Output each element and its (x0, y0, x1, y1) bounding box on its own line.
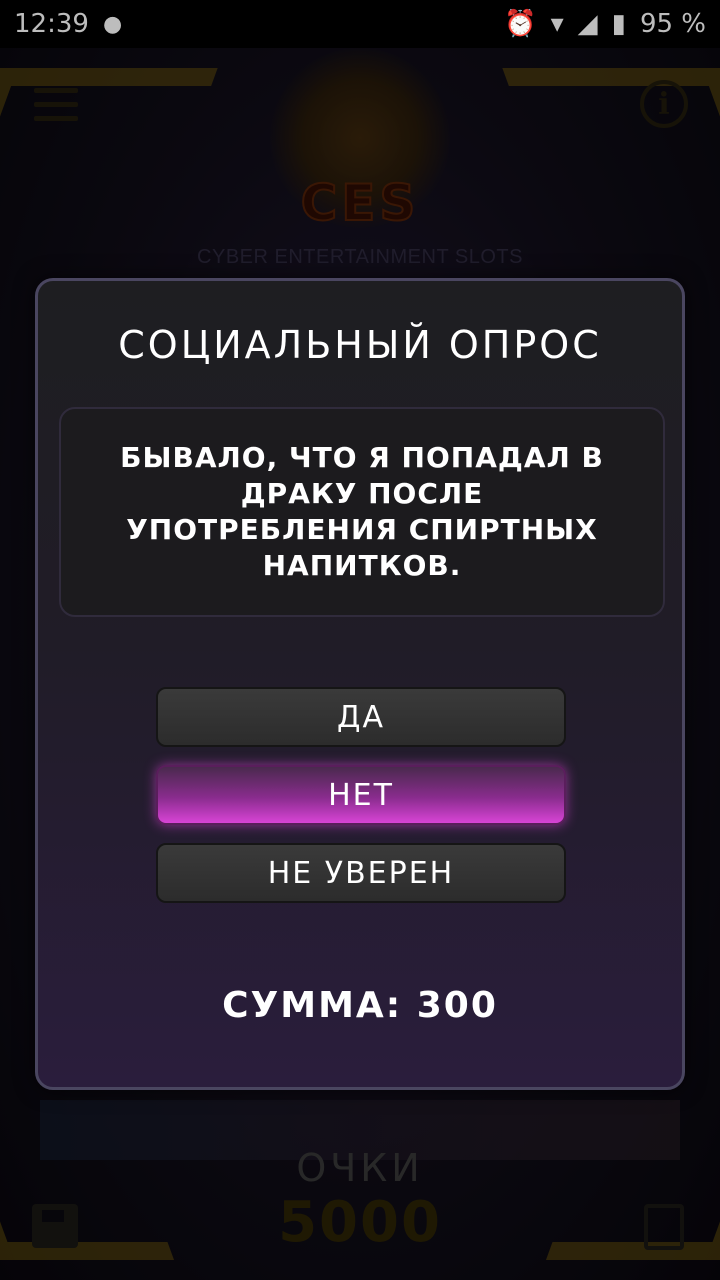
status-right: ⏰ ▾ ◢ ▮ 95 % (504, 9, 706, 39)
answer-unsure-button[interactable]: НЕ УВЕРЕН (156, 843, 566, 903)
survey-dialog: СОЦИАЛЬНЫЙ ОПРОС БЫВАЛО, ЧТО Я ПОПАДАЛ В… (35, 278, 685, 1090)
question-box: БЫВАЛО, ЧТО Я ПОПАДАЛ В ДРАКУ ПОСЛЕ УПОТ… (59, 407, 665, 617)
status-time: 12:39 (14, 9, 89, 39)
status-bar: 12:39 ● ⏰ ▾ ◢ ▮ 95 % (0, 0, 720, 48)
chat-icon: ● (102, 11, 123, 37)
question-text: БЫВАЛО, ЧТО Я ПОПАДАЛ В ДРАКУ ПОСЛЕ УПОТ… (120, 441, 604, 582)
answer-yes-button[interactable]: ДА (156, 687, 566, 747)
dialog-title: СОЦИАЛЬНЫЙ ОПРОС (118, 323, 602, 367)
answer-no-button[interactable]: НЕТ (156, 765, 566, 825)
wifi-icon: ▾ (550, 9, 564, 39)
alarm-icon: ⏰ (504, 9, 537, 39)
signal-icon: ◢ (577, 9, 598, 39)
battery-icon: ▮ (611, 9, 626, 39)
battery-percent: 95 % (639, 9, 706, 39)
sum-text: СУММА: 300 (222, 985, 498, 1026)
